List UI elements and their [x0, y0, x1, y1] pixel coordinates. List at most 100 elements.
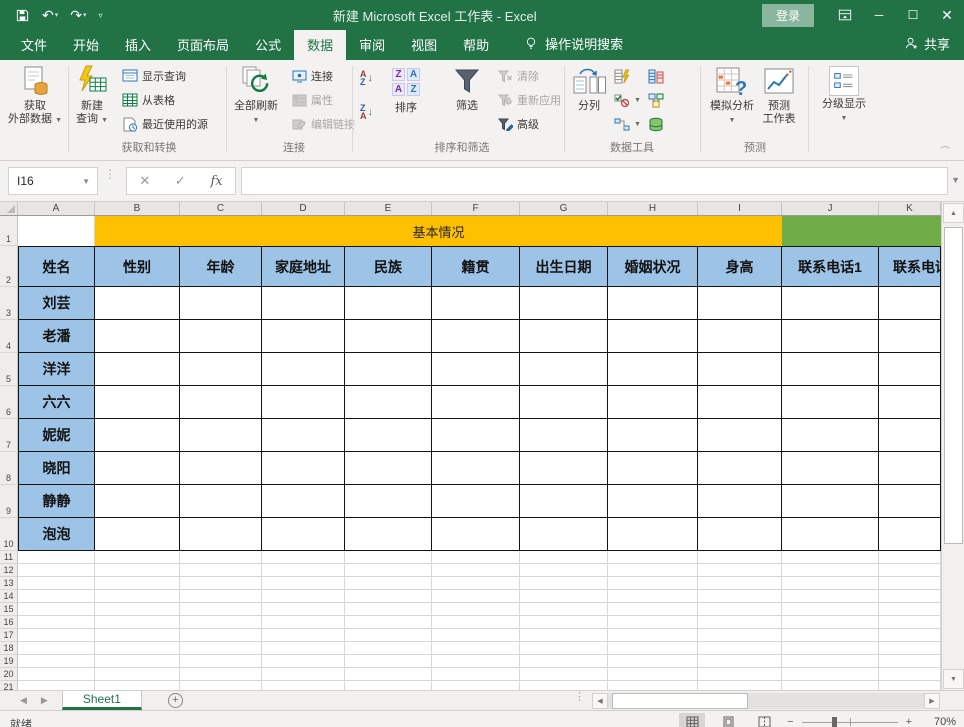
row-header-12[interactable]: 12 [0, 564, 18, 577]
cell[interactable] [180, 616, 262, 629]
cell[interactable] [608, 564, 698, 577]
cell[interactable] [95, 668, 180, 681]
cell[interactable] [608, 452, 698, 485]
get-external-data-button[interactable]: 获取 外部数据 ▼ [8, 64, 62, 126]
cell[interactable] [608, 681, 698, 690]
cell[interactable] [782, 551, 879, 564]
cell[interactable] [698, 518, 782, 551]
cell[interactable] [180, 551, 262, 564]
cell[interactable] [520, 386, 608, 419]
sort-descending-button[interactable]: Z A ↓ [360, 102, 373, 122]
header-cell-K2[interactable]: 联系电话2 [879, 246, 941, 287]
cell[interactable] [698, 629, 782, 642]
cell[interactable] [262, 320, 345, 353]
menu-tab-插入[interactable]: 插入 [112, 30, 164, 60]
cell[interactable] [698, 668, 782, 681]
cell[interactable] [782, 642, 879, 655]
cell[interactable] [180, 518, 262, 551]
cell[interactable] [180, 564, 262, 577]
cell[interactable] [345, 655, 432, 668]
cell[interactable] [608, 655, 698, 668]
cell[interactable] [180, 629, 262, 642]
cell[interactable] [345, 452, 432, 485]
cell[interactable] [180, 287, 262, 320]
header-cell-B2[interactable]: 性别 [95, 246, 180, 287]
cell[interactable] [782, 577, 879, 590]
name-cell-A10[interactable]: 泡泡 [18, 518, 95, 551]
cell[interactable] [345, 642, 432, 655]
cell[interactable] [879, 353, 941, 386]
cell[interactable] [782, 320, 879, 353]
cell[interactable] [180, 320, 262, 353]
forecast-sheet-button[interactable]: 预测 工作表 [762, 64, 796, 126]
reapply-filter-button[interactable]: 重新应用 [498, 90, 561, 110]
sign-in-button[interactable]: 登录 [761, 3, 814, 27]
row-header-18[interactable]: 18 [0, 642, 18, 655]
minimize-button[interactable]: ─ [862, 0, 896, 30]
flash-fill-button[interactable] [614, 66, 630, 86]
cell[interactable] [95, 320, 180, 353]
cell[interactable] [879, 564, 941, 577]
cell[interactable] [608, 386, 698, 419]
cell[interactable] [782, 518, 879, 551]
cell[interactable] [879, 590, 941, 603]
connections-button[interactable]: 连接 [292, 66, 333, 86]
cell[interactable] [262, 616, 345, 629]
header-cell-A2[interactable]: 姓名 [18, 246, 95, 287]
column-header-K[interactable]: K [879, 202, 941, 215]
cell[interactable] [782, 668, 879, 681]
cell[interactable] [879, 518, 941, 551]
new-sheet-button[interactable]: + [167, 693, 183, 708]
cell[interactable] [879, 485, 941, 518]
cell[interactable] [95, 655, 180, 668]
row-header-20[interactable]: 20 [0, 668, 18, 681]
cell[interactable] [95, 577, 180, 590]
header-cell-D2[interactable]: 家庭地址 [262, 246, 345, 287]
cell[interactable] [698, 551, 782, 564]
menu-tab-帮助[interactable]: 帮助 [450, 30, 502, 60]
cell[interactable] [608, 590, 698, 603]
zoom-slider-thumb[interactable] [831, 717, 837, 727]
cell[interactable] [432, 320, 520, 353]
header-cell-E2[interactable]: 民族 [345, 246, 432, 287]
cell[interactable] [520, 452, 608, 485]
row-header-17[interactable]: 17 [0, 629, 18, 642]
cell[interactable] [879, 655, 941, 668]
cell[interactable] [345, 603, 432, 616]
cell[interactable] [520, 668, 608, 681]
undo-button[interactable]: ↶ ▾ [37, 3, 63, 27]
insert-function-button[interactable]: fx [210, 174, 222, 189]
cell[interactable] [782, 353, 879, 386]
cell[interactable] [432, 551, 520, 564]
cell[interactable] [432, 386, 520, 419]
cancel-entry-button[interactable]: ✕ [139, 173, 150, 189]
cell[interactable] [879, 551, 941, 564]
horizontal-scrollbar[interactable]: ◀ ▶ [592, 693, 940, 709]
column-header-A[interactable]: A [18, 202, 95, 215]
zoom-slider[interactable] [801, 715, 898, 727]
cell[interactable] [608, 353, 698, 386]
cell[interactable] [432, 642, 520, 655]
row-header-14[interactable]: 14 [0, 590, 18, 603]
cell[interactable] [608, 287, 698, 320]
cell[interactable] [520, 655, 608, 668]
text-to-columns-button[interactable]: 分列 [572, 64, 606, 113]
cell[interactable] [432, 518, 520, 551]
cell[interactable] [180, 485, 262, 518]
cell[interactable] [345, 485, 432, 518]
cell[interactable] [345, 386, 432, 419]
formula-bar-handle[interactable]: ⋮ [104, 168, 116, 180]
cell[interactable] [262, 551, 345, 564]
cell[interactable] [698, 603, 782, 616]
column-header-I[interactable]: I [698, 202, 782, 215]
cell[interactable] [432, 287, 520, 320]
row-header-6[interactable]: 6 [0, 386, 18, 419]
cell[interactable] [180, 419, 262, 452]
cell[interactable] [608, 551, 698, 564]
cell[interactable] [698, 320, 782, 353]
cell[interactable] [879, 577, 941, 590]
cell[interactable] [520, 603, 608, 616]
cell[interactable] [608, 518, 698, 551]
cell[interactable] [18, 681, 95, 690]
page-layout-view-button[interactable] [715, 713, 741, 727]
